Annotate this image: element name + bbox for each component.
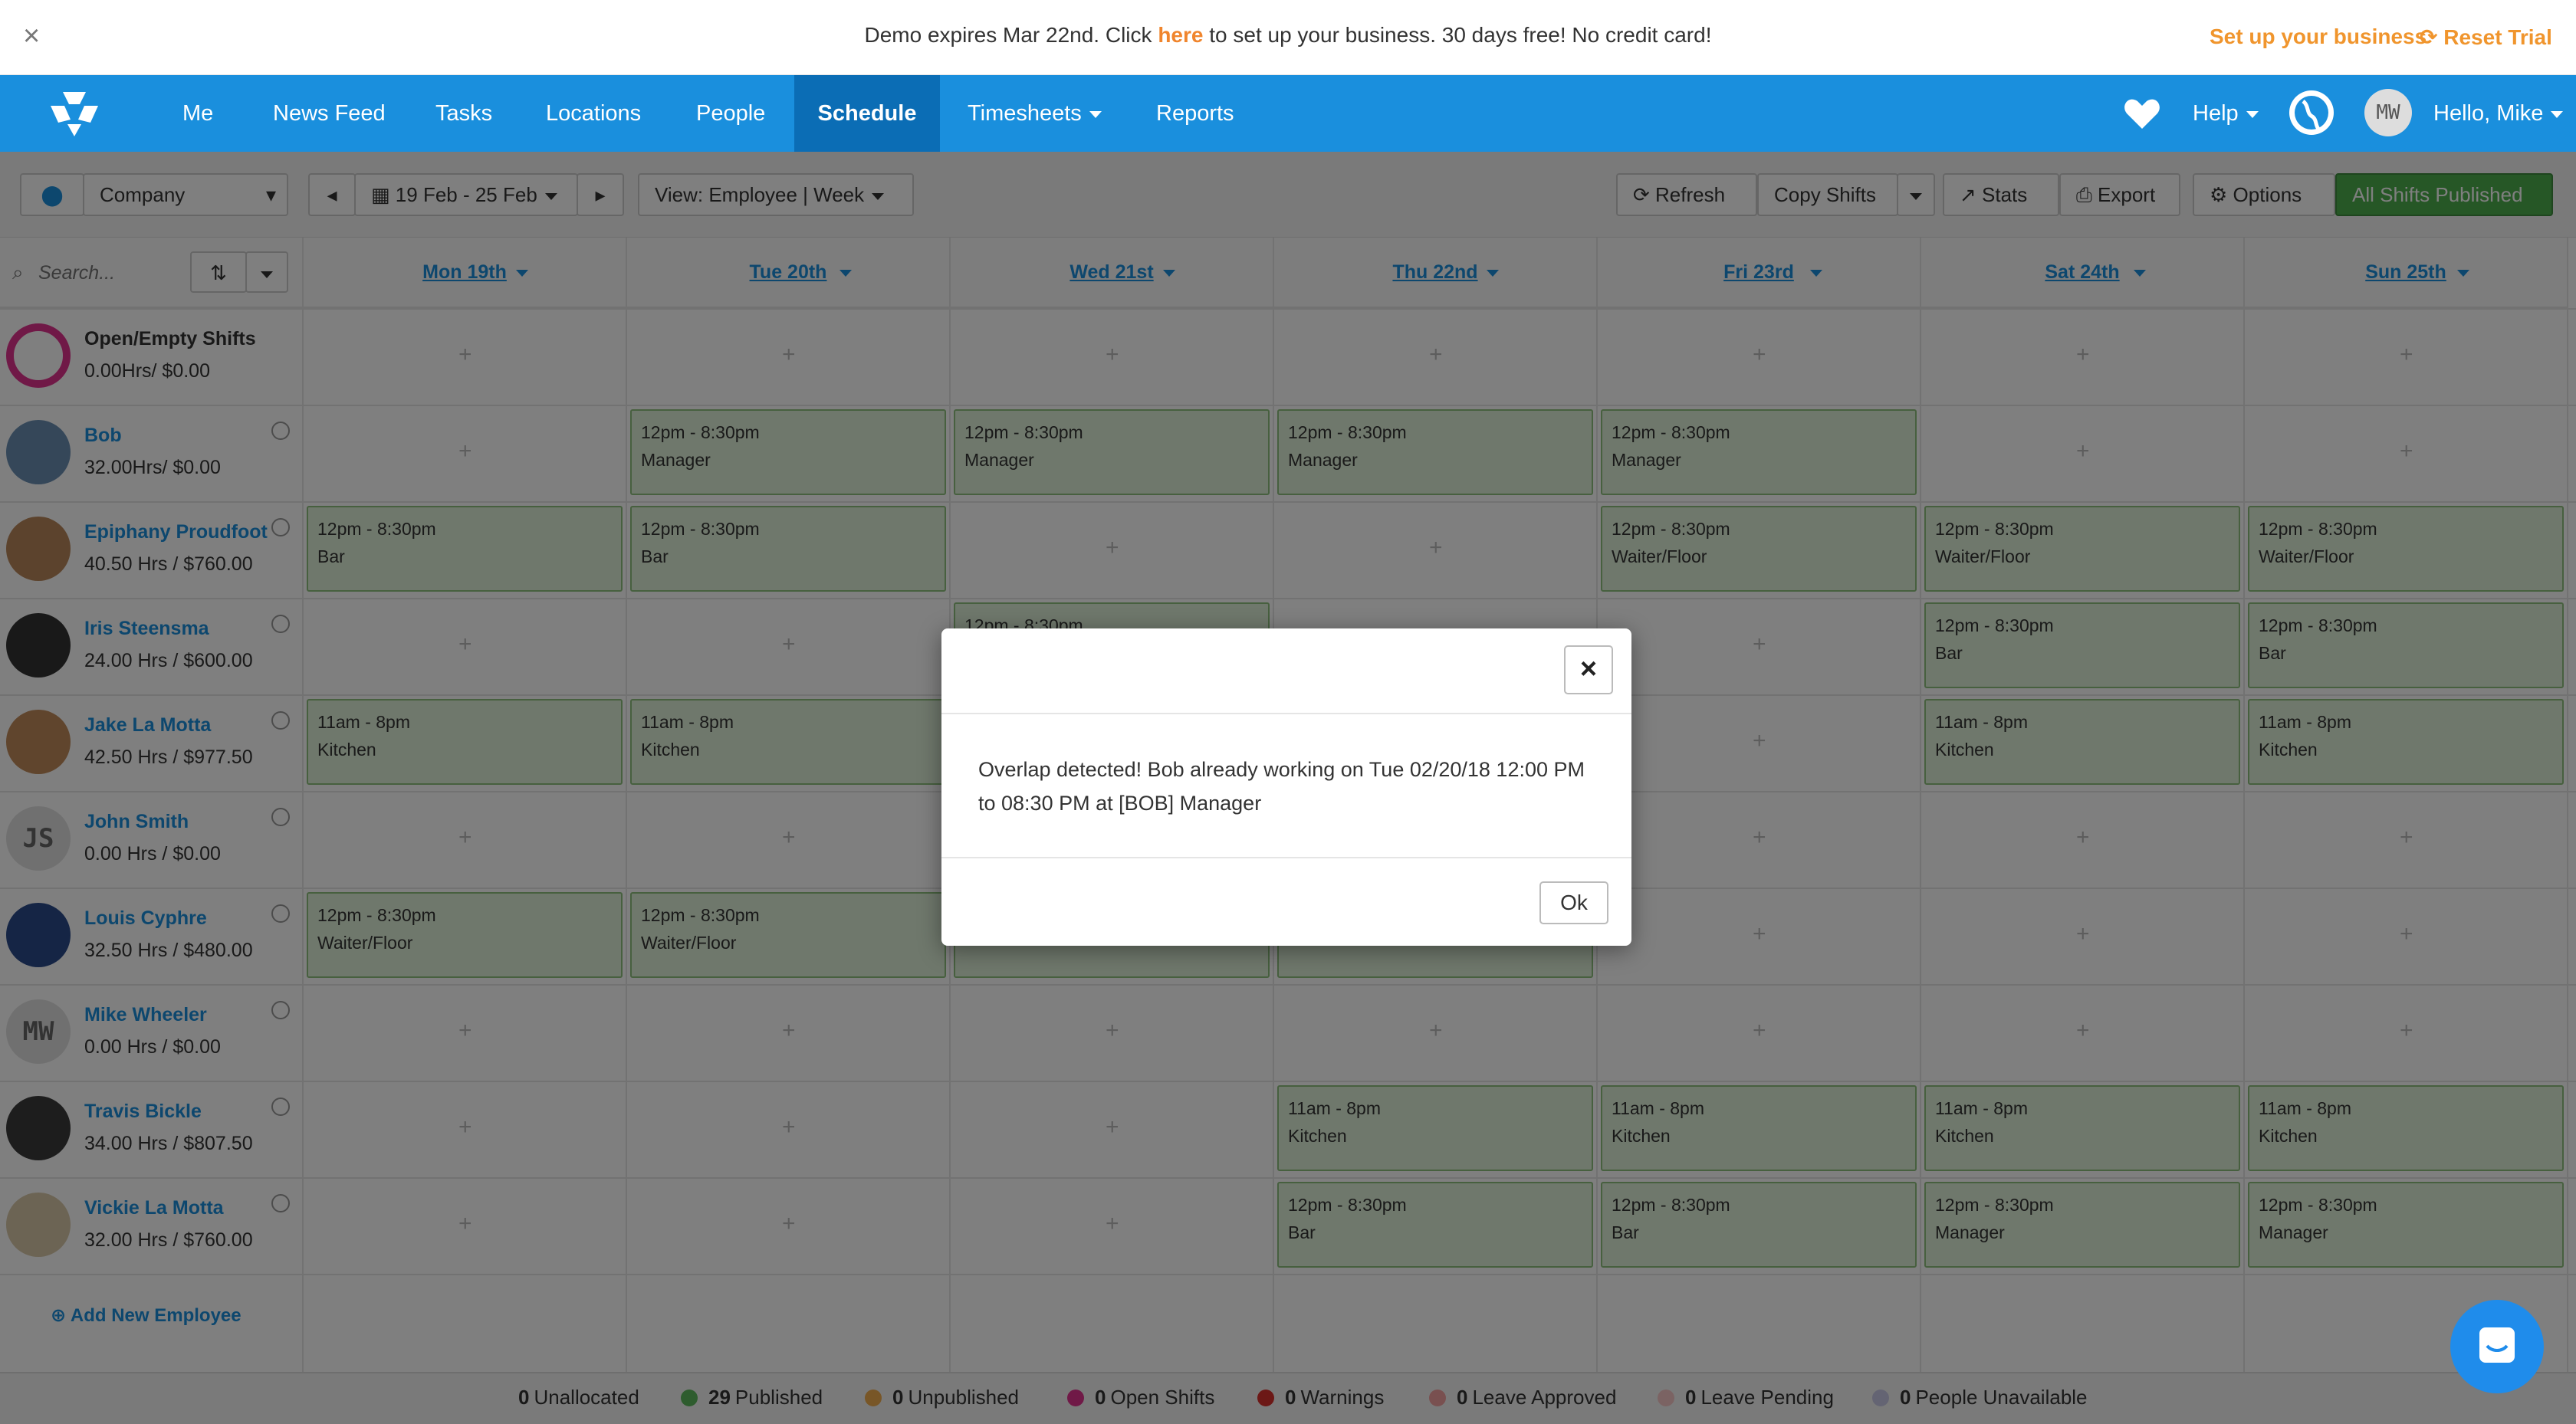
divider bbox=[941, 713, 1631, 714]
main-nav: Me News Feed Tasks Locations People Sche… bbox=[0, 75, 2576, 152]
nav-timesheets-label: Timesheets bbox=[968, 101, 1082, 126]
nav-people[interactable]: People bbox=[696, 75, 765, 152]
chevron-down-icon bbox=[2246, 110, 2259, 118]
heart-icon[interactable] bbox=[2124, 97, 2160, 130]
user-menu[interactable]: Hello, Mike bbox=[2433, 75, 2564, 152]
reset-trial-label: Reset Trial bbox=[2443, 25, 2552, 49]
chat-icon bbox=[2479, 1327, 2515, 1363]
nav-reports[interactable]: Reports bbox=[1156, 75, 1234, 152]
nav-tasks[interactable]: Tasks bbox=[435, 75, 492, 152]
setup-business-link[interactable]: Set up your business bbox=[2210, 25, 2426, 49]
nav-help[interactable]: Help bbox=[2193, 75, 2259, 152]
chat-launcher-button[interactable] bbox=[2450, 1300, 2544, 1393]
nav-timesheets[interactable]: Timesheets bbox=[968, 75, 1102, 152]
banner-text-post: to set up your business. 30 days free! N… bbox=[1203, 23, 1712, 47]
banner-message: Demo expires Mar 22nd. Click here to set… bbox=[0, 23, 2576, 48]
nav-help-label: Help bbox=[2193, 101, 2239, 126]
dialog-message: Overlap detected! Bob already working on… bbox=[978, 758, 1585, 815]
reset-trial-link[interactable]: ⟳ Reset Trial bbox=[2420, 25, 2552, 50]
nav-schedule[interactable]: Schedule bbox=[794, 75, 940, 152]
chevron-down-icon bbox=[2551, 110, 2564, 118]
user-greeting: Hello, Mike bbox=[2433, 101, 2544, 126]
demo-banner: × Demo expires Mar 22nd. Click here to s… bbox=[0, 0, 2576, 75]
nav-news-feed[interactable]: News Feed bbox=[273, 75, 386, 152]
banner-here-link[interactable]: here bbox=[1158, 23, 1203, 47]
refresh-icon: ⟳ bbox=[2420, 25, 2444, 49]
overlap-dialog: × Overlap detected! Bob already working … bbox=[941, 628, 1631, 946]
app-logo-icon[interactable] bbox=[48, 89, 101, 138]
nav-locations[interactable]: Locations bbox=[546, 75, 641, 152]
ok-button[interactable]: Ok bbox=[1539, 881, 1608, 924]
globe-icon[interactable] bbox=[2289, 90, 2334, 135]
banner-text-pre: Demo expires Mar 22nd. Click bbox=[864, 23, 1158, 47]
close-dialog-button[interactable]: × bbox=[1564, 645, 1613, 694]
nav-me[interactable]: Me bbox=[182, 75, 213, 152]
chevron-down-icon bbox=[1089, 110, 1102, 118]
user-avatar[interactable]: MW bbox=[2364, 89, 2412, 136]
divider bbox=[941, 857, 1631, 858]
